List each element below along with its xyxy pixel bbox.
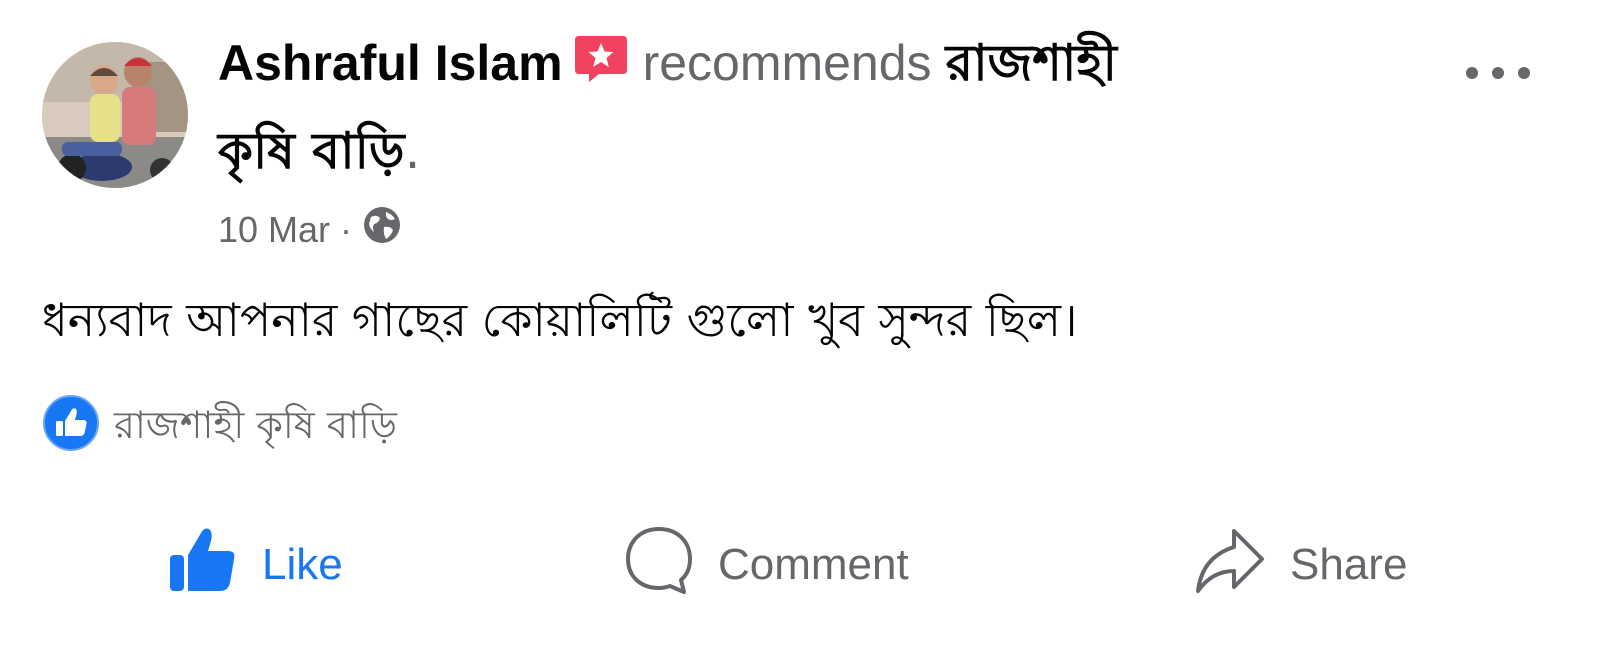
post-header: Ashraful Islam recommends রাজশাহী <box>218 30 1117 100</box>
meta-separator: · <box>340 209 353 250</box>
more-options-icon-dot <box>1518 67 1530 79</box>
comment-label: Comment <box>718 540 909 589</box>
author-name[interactable]: Ashraful Islam <box>218 35 563 91</box>
like-button[interactable]: Like <box>168 520 343 610</box>
post-timestamp[interactable]: 10 Mar <box>218 208 330 252</box>
reaction-summary[interactable]: রাজশাহী কৃষি বাড়ি <box>42 394 397 456</box>
author-avatar[interactable] <box>42 42 188 188</box>
page-name-link[interactable]: রাজশাহী <box>946 34 1117 92</box>
post-body-text: ধন্যবাদ আপনার গাছের কোয়ালিটি গুলো খুব স… <box>42 293 1078 347</box>
post-meta: 10 Mar · <box>218 205 402 255</box>
thumbs-up-icon <box>168 525 238 606</box>
avatar-photo <box>42 42 188 188</box>
globe-icon[interactable] <box>362 205 402 255</box>
recommendation-flag-icon <box>573 34 629 100</box>
post-header-continued: কৃষি বাড়ি. <box>218 118 421 184</box>
reactor-name: রাজশাহী কৃষি বাড়ি <box>114 403 397 447</box>
share-label: Share <box>1290 540 1408 589</box>
page-name-link-continued[interactable]: কৃষি বাড়ি <box>218 122 405 180</box>
more-options-icon-dot <box>1466 67 1478 79</box>
recommends-text: recommends <box>642 35 932 91</box>
recommendation-post: Ashraful Islam recommends রাজশাহী কৃষি বা… <box>0 0 1600 647</box>
more-options-icon-dot <box>1492 67 1504 79</box>
comment-button[interactable]: Comment <box>624 520 909 610</box>
like-reaction-icon <box>42 394 100 456</box>
header-period: . <box>404 122 421 180</box>
share-arrow-icon <box>1194 525 1266 606</box>
more-options-button[interactable] <box>1458 58 1538 88</box>
like-label: Like <box>262 540 343 589</box>
share-button[interactable]: Share <box>1194 520 1407 610</box>
post-action-bar: Like Comment Share <box>0 520 1600 610</box>
comment-bubble-icon <box>624 525 694 606</box>
